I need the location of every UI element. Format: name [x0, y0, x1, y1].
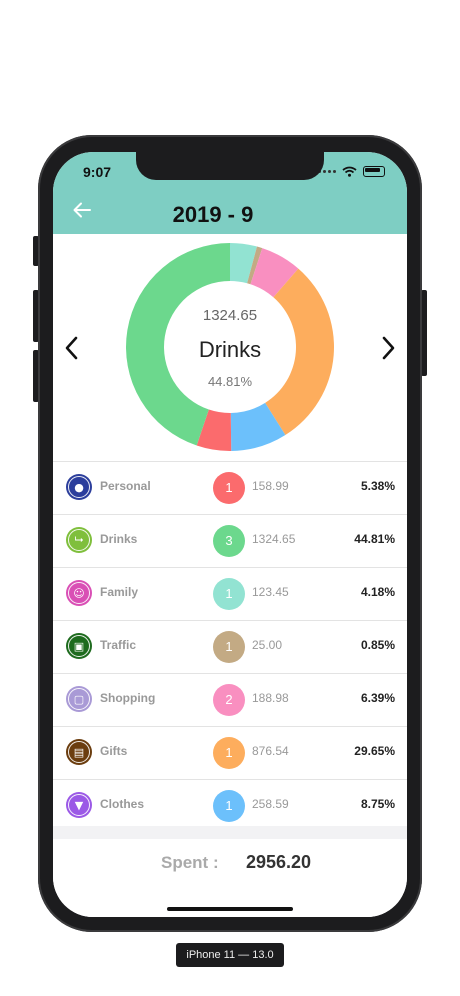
status-time: 9:07: [83, 164, 112, 180]
category-percent: 5.38%: [360, 479, 395, 493]
category-percent: 29.65%: [354, 744, 395, 758]
transaction-count-badge: 1: [213, 790, 245, 822]
person-icon: ●: [66, 474, 92, 500]
category-name: Drinks: [100, 532, 138, 546]
transaction-count-badge: 1: [213, 737, 245, 769]
device-label: iPhone 11 — 13.0: [176, 943, 284, 967]
app-screen: 9:07 2019 - 9 1324.65 Drinks 44.81% ● Per…: [53, 152, 407, 917]
category-list: ● Personal 1 158.99 5.38% ⮡ Drinks 3 1324.65 44.8…: [53, 461, 407, 833]
wifi-icon: [342, 166, 357, 177]
chart-center-amount: 1324.65: [202, 307, 258, 324]
spent-label: Spent :: [161, 853, 219, 872]
chart-center-category: Drinks: [198, 337, 262, 362]
category-row-gifts[interactable]: ▤ Gifts 1 876.54 29.65%: [53, 727, 407, 780]
chart-center-percent: 44.81%: [207, 374, 253, 389]
category-percent: 6.39%: [360, 691, 395, 705]
battery-icon: [363, 166, 385, 177]
train-icon: ▣: [66, 633, 92, 659]
transaction-count-badge: 1: [213, 631, 245, 663]
transaction-count-badge: 3: [213, 525, 245, 557]
tshirt-icon: ▼: [66, 792, 92, 818]
shopping-bag-icon: ▢: [66, 686, 92, 712]
category-percent: 44.81%: [354, 532, 395, 546]
transaction-count-badge: 2: [213, 684, 245, 716]
category-name: Shopping: [100, 691, 156, 705]
category-name: Family: [100, 585, 139, 599]
footer-divider: [53, 826, 407, 839]
category-amount: 158.99: [252, 479, 289, 493]
category-name: Clothes: [100, 797, 145, 811]
category-amount: 1324.65: [252, 532, 296, 546]
wine-glass-icon: ⮡: [66, 527, 92, 553]
footer-summary: Spent : 2956.20: [53, 839, 407, 917]
category-row-personal[interactable]: ● Personal 1 158.99 5.38%: [53, 461, 407, 515]
notch: [136, 152, 324, 180]
category-amount: 258.59: [252, 797, 289, 811]
category-amount: 25.00: [252, 638, 283, 652]
home-indicator[interactable]: [167, 907, 293, 911]
category-name: Traffic: [100, 638, 137, 652]
transaction-count-badge: 1: [213, 578, 245, 610]
category-amount: 188.98: [252, 691, 289, 705]
page-title: 2019 - 9: [172, 202, 254, 227]
category-row-shopping[interactable]: ▢ Shopping 2 188.98 6.39%: [53, 674, 407, 727]
category-row-drinks[interactable]: ⮡ Drinks 3 1324.65 44.81%: [53, 515, 407, 568]
category-percent: 8.75%: [360, 797, 395, 811]
category-row-traffic[interactable]: ▣ Traffic 1 25.00 0.85%: [53, 621, 407, 674]
category-name: Personal: [100, 479, 151, 493]
spent-total: 2956.20: [246, 852, 312, 872]
category-amount: 123.45: [252, 585, 289, 599]
category-percent: 0.85%: [360, 638, 395, 652]
category-name: Gifts: [100, 744, 128, 758]
gift-icon: ▤: [66, 739, 92, 765]
family-icon: ☺: [66, 580, 92, 606]
category-amount: 876.54: [252, 744, 289, 758]
status-icons: [318, 166, 385, 177]
category-row-family[interactable]: ☺ Family 1 123.45 4.18%: [53, 568, 407, 621]
transaction-count-badge: 1: [213, 472, 245, 504]
category-percent: 4.18%: [360, 585, 395, 599]
